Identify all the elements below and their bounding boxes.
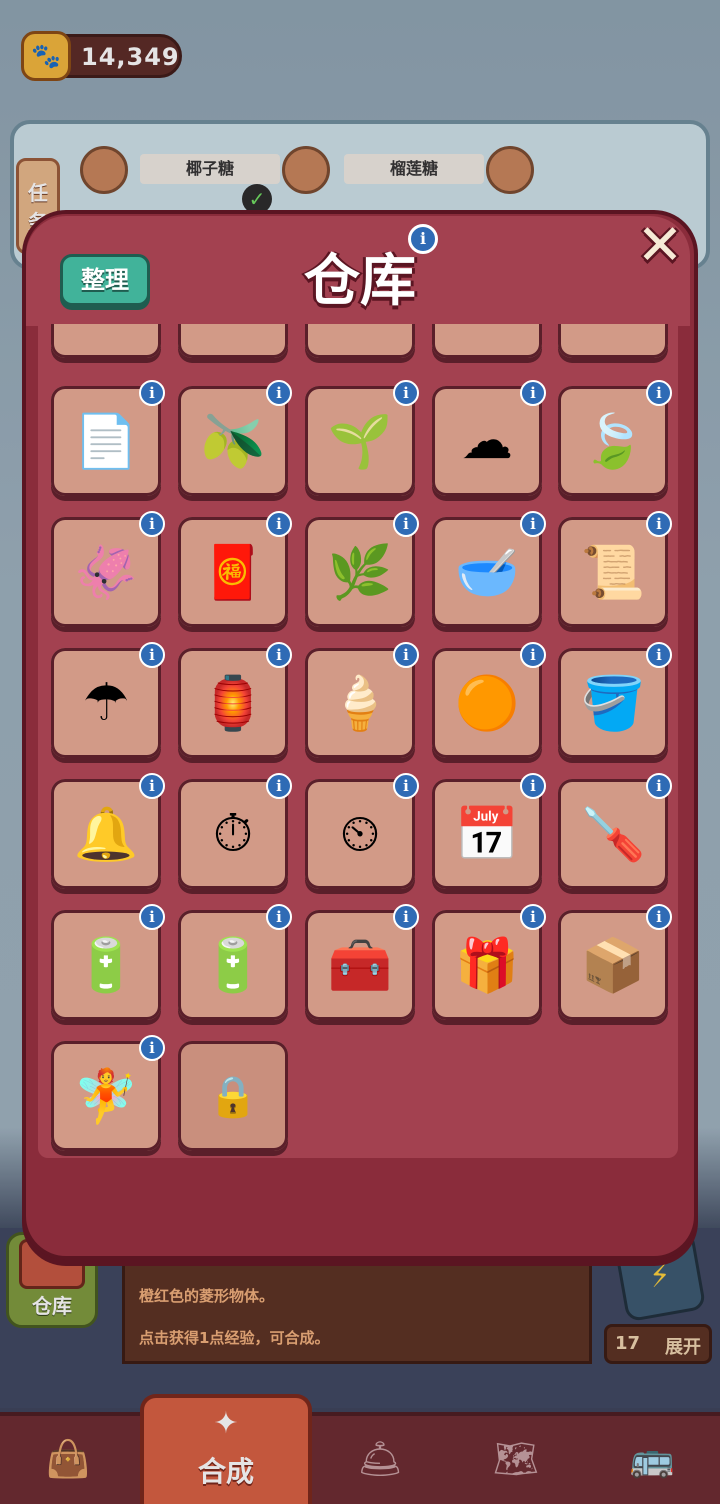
inventory-slot[interactable]: 🟠 i	[432, 642, 546, 758]
inventory-slot[interactable]: 🔋 i	[51, 904, 165, 1020]
inventory-slot[interactable]: 🥣 i	[432, 511, 546, 627]
info-icon[interactable]: i	[266, 380, 292, 406]
info-icon[interactable]: i	[520, 642, 546, 668]
inventory-slot[interactable]: 📅 i	[432, 773, 546, 889]
info-icon[interactable]: i	[520, 511, 546, 537]
inventory-slot[interactable]: 🫒 i	[178, 380, 292, 496]
inventory-slot[interactable]	[305, 324, 415, 358]
close-icon[interactable]: ✕	[630, 216, 690, 276]
info-icon[interactable]: i	[646, 380, 672, 406]
inventory-slot[interactable]: ☁ i	[432, 380, 546, 496]
info-icon[interactable]: i	[266, 511, 292, 537]
inventory-grid: 📄 i 🫒 i 🌱 i ☁ i 🍃 i 🦑 i 🧧 i 🌿 i 🥣 i 📜 i ☂ i 🏮 i 🍦 i 🟠 i 🪣 i 🔔 i ⏱ i ⏲ i 📅 i 🪛 i…	[38, 324, 678, 1158]
inventory-slot[interactable]: 🎁 i	[432, 904, 546, 1020]
info-icon[interactable]: i	[393, 511, 419, 537]
inventory-slot[interactable]: 🌿 i	[305, 511, 419, 627]
inventory-slot[interactable]: 🔔 i	[51, 773, 165, 889]
inventory-slot[interactable]: 🍦 i	[305, 642, 419, 758]
inventory-slot[interactable]	[432, 324, 542, 358]
info-icon[interactable]: i	[646, 642, 672, 668]
info-icon[interactable]: i	[393, 904, 419, 930]
inventory-slot[interactable]: 🏮 i	[178, 642, 292, 758]
inventory-slot[interactable]: 🪣 i	[558, 642, 672, 758]
inventory-slot[interactable]: 📄 i	[51, 380, 165, 496]
lock-icon: 🔒	[208, 1073, 258, 1120]
inventory-slot[interactable]: 🦑 i	[51, 511, 165, 627]
info-icon[interactable]: i	[646, 904, 672, 930]
inventory-slot[interactable]: 📦 i	[558, 904, 672, 1020]
info-icon[interactable]: i	[646, 511, 672, 537]
info-icon[interactable]: i	[139, 773, 165, 799]
inventory-slot[interactable]: ☂ i	[51, 642, 165, 758]
locked-slot[interactable]: 🔒	[178, 1041, 288, 1151]
info-icon[interactable]: i	[266, 904, 292, 930]
info-icon[interactable]: i	[520, 773, 546, 799]
info-icon[interactable]: i	[266, 773, 292, 799]
inventory-slot[interactable]: ⏱ i	[178, 773, 292, 889]
info-icon[interactable]: i	[139, 380, 165, 406]
inventory-slot[interactable]: 🍃 i	[558, 380, 672, 496]
info-icon[interactable]: i	[408, 224, 438, 254]
info-icon[interactable]: i	[393, 642, 419, 668]
info-icon[interactable]: i	[266, 642, 292, 668]
inventory-slot[interactable]: ⏲ i	[305, 773, 419, 889]
info-icon[interactable]: i	[520, 904, 546, 930]
info-icon[interactable]: i	[139, 642, 165, 668]
info-icon[interactable]: i	[646, 773, 672, 799]
inventory-slot[interactable]: 🧰 i	[305, 904, 419, 1020]
info-icon[interactable]: i	[520, 380, 546, 406]
sort-button[interactable]: 整理	[60, 254, 150, 306]
inventory-slot[interactable]: 🌱 i	[305, 380, 419, 496]
modal-title: 仓库	[304, 249, 416, 314]
info-icon[interactable]: i	[393, 773, 419, 799]
inventory-slot[interactable]	[178, 324, 288, 358]
inventory-slot[interactable]: 🧧 i	[178, 511, 292, 627]
inventory-slot[interactable]	[558, 324, 668, 358]
inventory-slot[interactable]	[51, 324, 161, 358]
inventory-slot[interactable]: 🪛 i	[558, 773, 672, 889]
info-icon[interactable]: i	[393, 380, 419, 406]
info-icon[interactable]: i	[139, 904, 165, 930]
info-icon[interactable]: i	[139, 511, 165, 537]
info-icon[interactable]: i	[139, 1035, 165, 1061]
inventory-slot[interactable]: 🔋 i	[178, 904, 292, 1020]
inventory-slot[interactable]: 🧚 i	[51, 1035, 165, 1151]
inventory-slot[interactable]: 📜 i	[558, 511, 672, 627]
